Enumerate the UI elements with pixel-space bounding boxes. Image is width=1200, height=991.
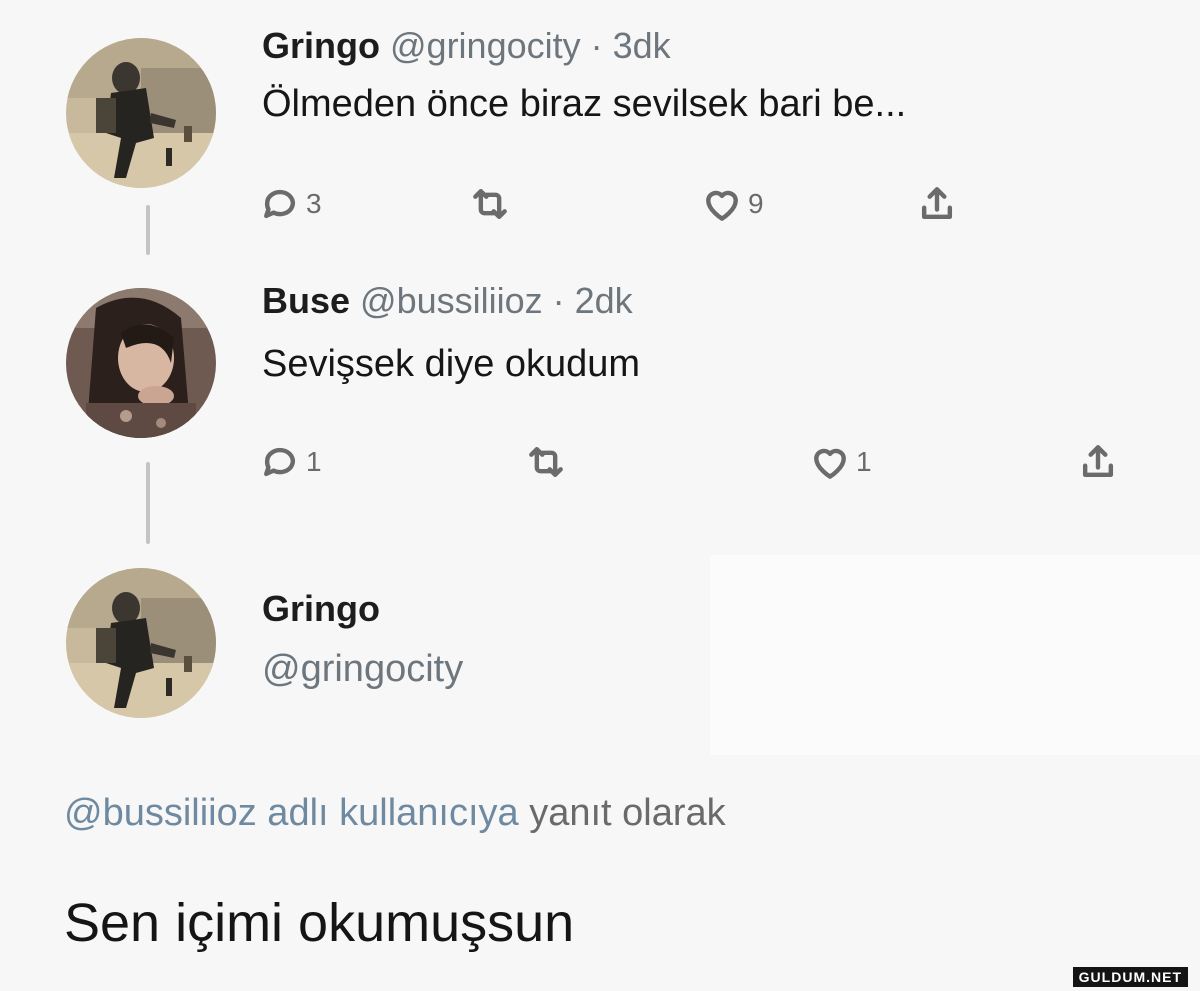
handle-time[interactable]: @bussiliioz · 2dk	[360, 280, 633, 321]
reply-count: 1	[306, 446, 322, 477]
main-tweet-text: Sen içimi okumuşsun	[64, 893, 575, 953]
handle-time[interactable]: @gringocity · 3dk	[390, 25, 671, 66]
display-name[interactable]: Buse	[262, 280, 350, 321]
display-name[interactable]: Gringo	[262, 25, 380, 66]
share-icon	[921, 187, 953, 220]
main-display-name[interactable]: Gringo	[262, 588, 380, 630]
reply-button[interactable]: 1	[258, 440, 322, 484]
reply-context-text: yanıt olarak	[518, 792, 726, 834]
retweet-button[interactable]	[524, 440, 568, 484]
tweet-header: Buse @bussiliioz · 2dk	[262, 280, 633, 322]
like-count: 1	[856, 446, 872, 477]
heart-icon	[814, 448, 846, 479]
retweet-button[interactable]	[468, 182, 512, 226]
retweet-icon	[529, 446, 563, 478]
like-button[interactable]: 1	[808, 440, 872, 484]
share-button[interactable]	[1076, 440, 1120, 484]
like-button[interactable]: 9	[700, 182, 764, 226]
reply-mention-link[interactable]: @bussiliioz adlı kullanıcıya	[64, 792, 519, 834]
avatar[interactable]	[66, 568, 216, 718]
thread-line	[146, 205, 150, 255]
watermark: GULDUM.NET	[1072, 967, 1188, 987]
reply-context: @bussiliioz adlı kullanıcıya yanıt olara…	[64, 792, 726, 835]
reply-icon	[264, 447, 296, 477]
share-button[interactable]	[915, 182, 959, 226]
handle: @gringocity	[262, 648, 464, 690]
reply-button[interactable]: 3	[258, 182, 322, 226]
reply-icon	[264, 189, 296, 219]
heart-icon	[706, 190, 738, 221]
main-handle[interactable]: @gringocity	[262, 648, 463, 691]
reply-count: 3	[306, 188, 322, 219]
blank-panel	[710, 555, 1200, 755]
retweet-icon	[473, 188, 507, 220]
avatar[interactable]	[66, 38, 216, 188]
tweet-header: Gringo @gringocity · 3dk	[262, 25, 671, 67]
tweet-text: Ölmeden önce biraz sevilsek bari be...	[262, 83, 907, 125]
share-icon	[1082, 445, 1114, 478]
like-count: 9	[748, 188, 764, 219]
avatar[interactable]	[66, 288, 216, 438]
display-name: Gringo	[262, 588, 380, 629]
tweet-text: Sevişsek diye okudum	[262, 343, 641, 385]
thread-line	[146, 462, 150, 544]
